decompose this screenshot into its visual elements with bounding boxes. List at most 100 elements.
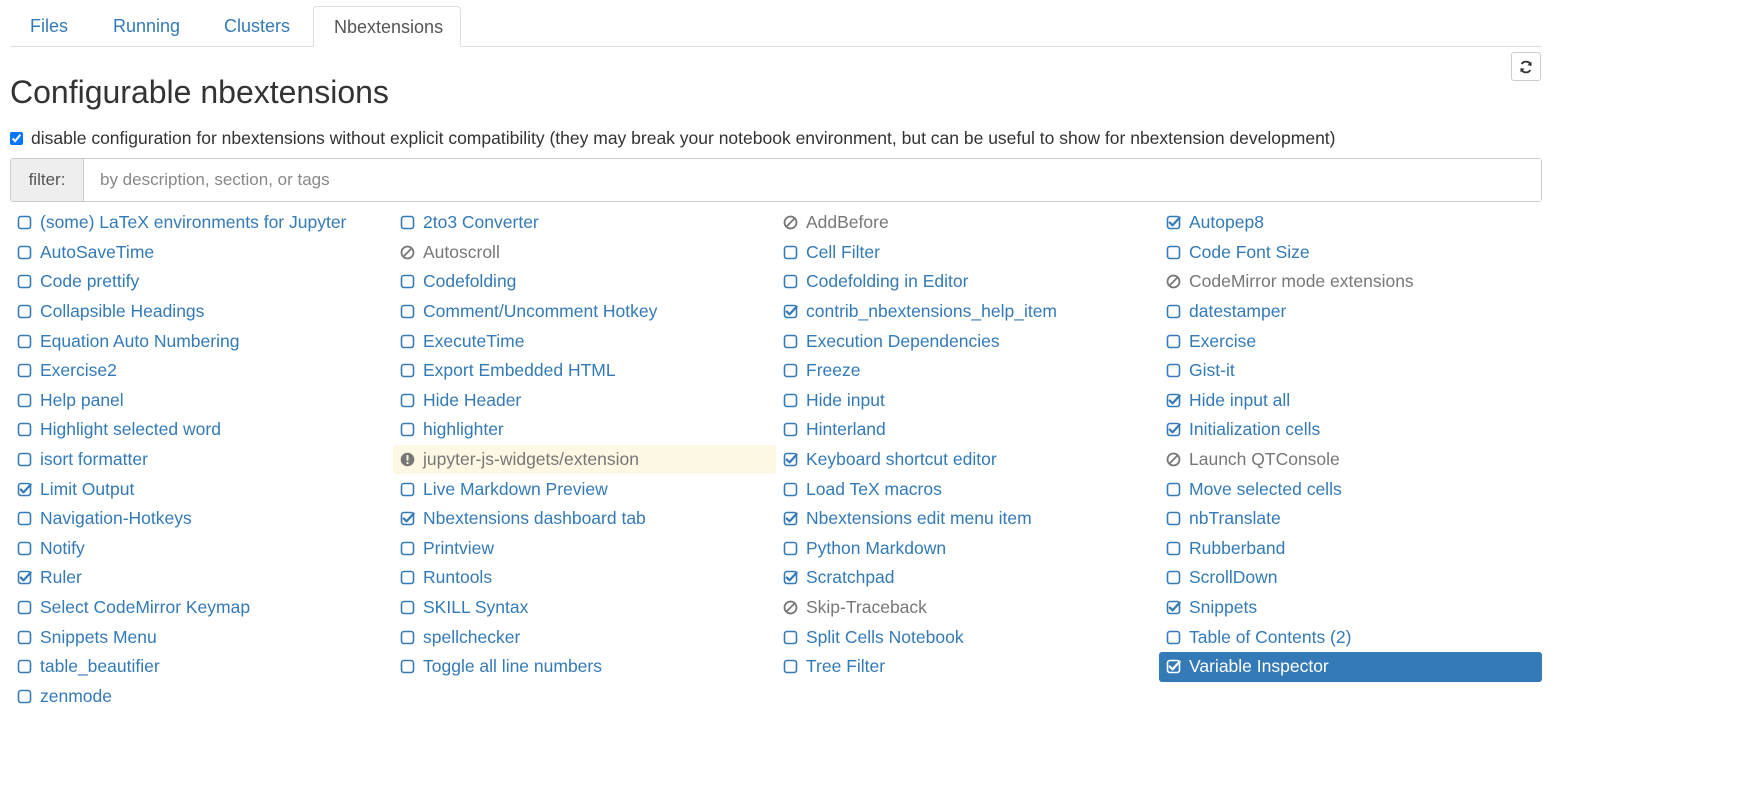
filter-input[interactable] [84,159,1541,201]
nbextension-item[interactable]: Scratchpad [776,563,1159,593]
nbextension-item[interactable]: Hide input [776,386,1159,416]
nbextension-item[interactable]: CodeMirror mode extensions [1159,267,1542,297]
refresh-button[interactable] [1511,52,1541,81]
nbextension-item[interactable]: (some) LaTeX environments for Jupyter [10,208,393,238]
checkbox-unchecked-icon [400,304,415,319]
nbextension-item[interactable]: Help panel [10,386,393,416]
nbextension-item[interactable]: Codefolding in Editor [776,267,1159,297]
nbextension-item[interactable]: Highlight selected word [10,415,393,445]
checkbox-unchecked-icon [400,215,415,230]
compat-checkbox[interactable] [10,131,23,145]
nbextension-item[interactable]: table_beautifier [10,652,393,682]
nbextension-item[interactable]: Launch QTConsole [1159,445,1542,475]
nbextension-item[interactable]: Live Markdown Preview [393,474,776,504]
nbextension-item[interactable]: Execution Dependencies [776,326,1159,356]
nbextension-label: zenmode [40,685,112,706]
nbextension-item[interactable]: Toggle all line numbers [393,652,776,682]
nbextension-item[interactable]: jupyter-js-widgets/extension [393,444,776,475]
nbextension-label: Help panel [40,389,124,410]
checkbox-checked-icon [400,511,415,526]
tab-clusters[interactable]: Clusters [204,6,310,46]
checkbox-unchecked-icon [400,541,415,556]
nbextension-label: Variable Inspector [1189,656,1329,677]
nbextension-item[interactable]: Hinterland [776,415,1159,445]
checkbox-unchecked-icon [17,393,32,408]
nbextension-item[interactable]: Equation Auto Numbering [10,326,393,356]
nbextension-item[interactable]: zenmode [10,682,393,712]
nbextension-item[interactable]: Collapsible Headings [10,297,393,327]
nbextension-item[interactable]: Move selected cells [1159,474,1542,504]
nbextension-item[interactable]: Gist-it [1159,356,1542,386]
nbextension-item[interactable]: Snippets Menu [10,622,393,652]
nbextension-label: Code prettify [40,271,140,292]
nbextension-item[interactable]: Code Font Size [1159,238,1542,268]
nbextension-item[interactable]: Split Cells Notebook [776,622,1159,652]
nbextension-item[interactable]: Notify [10,534,393,564]
nbextension-item[interactable]: Autopep8 [1159,208,1542,238]
nbextension-item[interactable]: highlighter [393,415,776,445]
nbextension-item[interactable]: isort formatter [10,445,393,475]
nbextension-item[interactable]: Table of Contents (2) [1159,622,1542,652]
nbextension-label: (some) LaTeX environments for Jupyter [40,212,347,233]
nbextension-item[interactable]: Keyboard shortcut editor [776,445,1159,475]
nbextension-item[interactable]: Nbextensions edit menu item [776,504,1159,534]
nbextension-item[interactable]: Freeze [776,356,1159,386]
nbextension-item[interactable]: Load TeX macros [776,474,1159,504]
nbextension-label: Load TeX macros [806,478,942,499]
nbextension-item[interactable]: Autoscroll [393,238,776,268]
tab-running[interactable]: Running [93,6,200,46]
nbextension-label: Skip-Traceback [806,597,927,618]
nbextension-item[interactable]: AddBefore [776,208,1159,238]
ban-icon [783,215,798,230]
nbextension-item[interactable]: 2to3 Converter [393,208,776,238]
nbextension-item[interactable]: ExecuteTime [393,326,776,356]
checkbox-unchecked-icon [17,600,32,615]
checkbox-unchecked-icon [1166,482,1181,497]
nbextension-item[interactable]: Navigation-Hotkeys [10,504,393,534]
nbextension-item[interactable]: spellchecker [393,622,776,652]
checkbox-checked-icon [1166,215,1181,230]
nbextension-item[interactable]: Rubberband [1159,534,1542,564]
nbextension-item[interactable]: Runtools [393,563,776,593]
filter-label: filter: [11,159,84,201]
nbextension-item[interactable]: Python Markdown [776,534,1159,564]
nbextension-item[interactable]: Comment/Uncomment Hotkey [393,297,776,327]
nbextension-item[interactable]: Printview [393,534,776,564]
nbextension-label: Tree Filter [806,656,886,677]
nbextension-item[interactable]: datestamper [1159,297,1542,327]
nbextension-label: Scratchpad [806,567,895,588]
nbextension-item[interactable]: nbTranslate [1159,504,1542,534]
checkbox-unchecked-icon [783,245,798,260]
nbextension-item[interactable]: SKILL Syntax [393,593,776,623]
nbextension-item[interactable]: Snippets [1159,593,1542,623]
nbextension-item[interactable]: contrib_nbextensions_help_item [776,297,1159,327]
nbextension-label: isort formatter [40,449,148,470]
nbextension-item[interactable]: ScrollDown [1159,563,1542,593]
nbextension-item[interactable]: Cell Filter [776,238,1159,268]
nbextension-item[interactable]: Initialization cells [1159,415,1542,445]
nbextension-item[interactable]: Select CodeMirror Keymap [10,593,393,623]
nbextension-item[interactable]: Code prettify [10,267,393,297]
nbextension-item[interactable]: Skip-Traceback [776,593,1159,623]
nbextension-label: SKILL Syntax [423,597,529,618]
nbextension-item[interactable]: Exercise2 [10,356,393,386]
nbextension-item[interactable]: Export Embedded HTML [393,356,776,386]
checkbox-checked-icon [17,570,32,585]
tab-files[interactable]: Files [10,6,88,46]
checkbox-unchecked-icon [783,482,798,497]
nbextension-item[interactable]: Hide input all [1159,386,1542,416]
nbextension-item[interactable]: AutoSaveTime [10,238,393,268]
tab-nbextensions[interactable]: Nbextensions [313,6,461,47]
nbextension-item[interactable]: Tree Filter [776,652,1159,682]
nbextension-item[interactable]: Variable Inspector [1159,651,1542,682]
nbextension-item[interactable]: Nbextensions dashboard tab [393,504,776,534]
checkbox-unchecked-icon [17,452,32,467]
nbextension-item[interactable]: Hide Header [393,386,776,416]
nbextension-label: highlighter [423,419,504,440]
nbextension-label: Ruler [40,567,82,588]
tab-bar: Files Running Clusters Nbextensions [10,6,1542,47]
nbextension-item[interactable]: Exercise [1159,326,1542,356]
nbextension-item[interactable]: Limit Output [10,474,393,504]
nbextension-item[interactable]: Codefolding [393,267,776,297]
nbextension-item[interactable]: Ruler [10,563,393,593]
